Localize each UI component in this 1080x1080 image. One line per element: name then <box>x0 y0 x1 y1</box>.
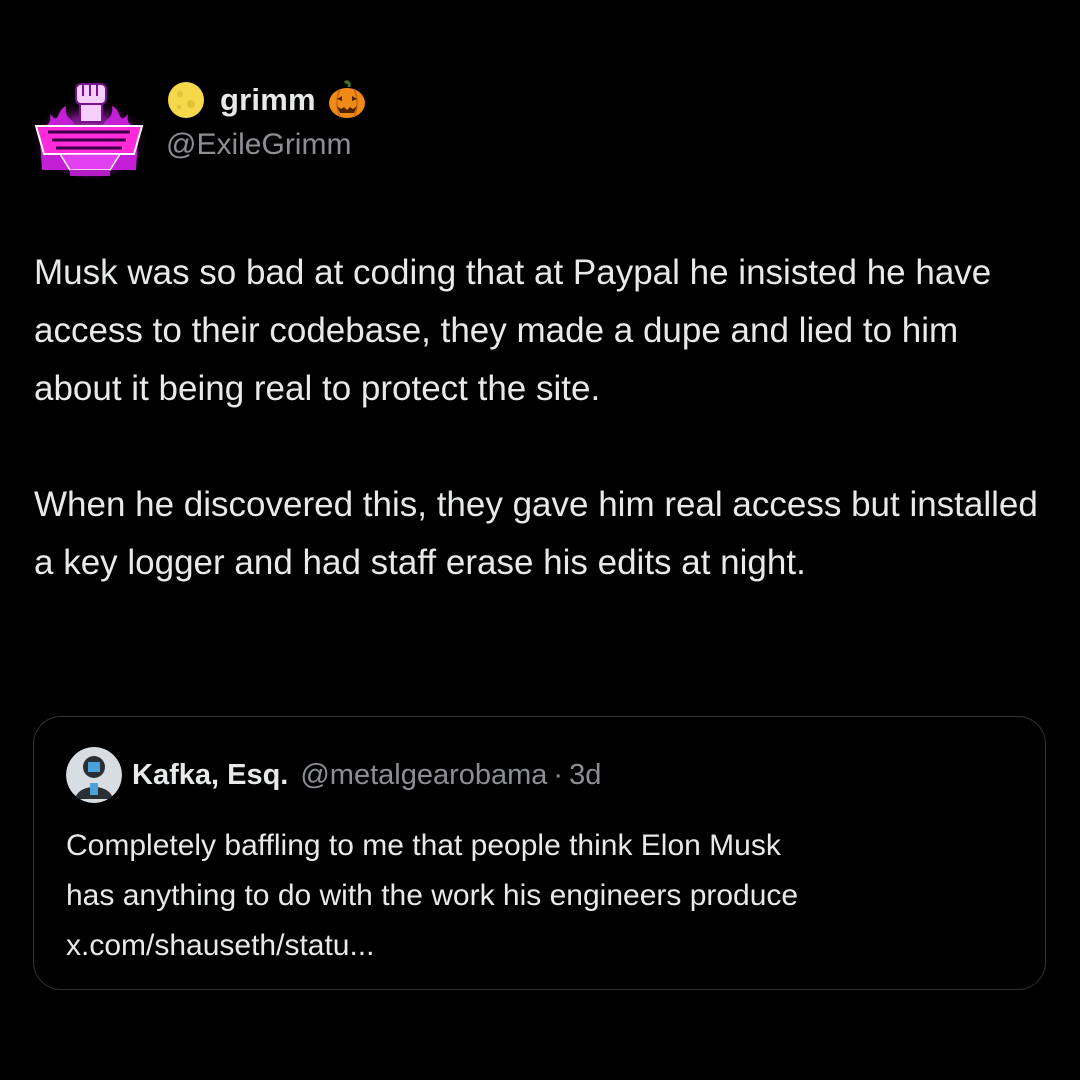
author-handle[interactable]: @ExileGrimm <box>166 128 368 162</box>
tweet-card: grimm @ExileGrimm Musk was so bad at cod… <box>0 0 1080 1080</box>
jack-o-lantern-icon <box>326 79 368 121</box>
fist-logo-avatar-icon[interactable] <box>30 70 148 188</box>
quoted-display-name[interactable]: Kafka, Esq. <box>132 759 288 792</box>
quoted-tweet-card[interactable]: Kafka, Esq. @metalgearobama · 3d Complet… <box>33 716 1046 990</box>
author-display-name[interactable]: grimm <box>220 82 316 118</box>
quoted-link[interactable]: x.com/shauseth/statu... <box>66 921 1026 971</box>
quoted-user-avatar-icon[interactable] <box>66 747 122 803</box>
quoted-text-line: has anything to do with the work his eng… <box>66 879 799 912</box>
quoted-handle[interactable]: @metalgearobama <box>300 759 547 792</box>
quoted-text-line: Completely baffling to me that people th… <box>66 829 781 862</box>
author-block[interactable]: grimm @ExileGrimm <box>166 78 368 162</box>
tweet-body: Musk was so bad at coding that at Paypal… <box>34 244 1044 592</box>
quoted-timestamp[interactable]: 3d <box>569 759 601 792</box>
tweet-paragraph-1: Musk was so bad at coding that at Paypal… <box>34 253 992 408</box>
full-moon-icon <box>166 80 206 120</box>
author-name-row[interactable]: grimm <box>166 78 368 122</box>
quoted-tweet-text: Completely baffling to me that people th… <box>66 821 1026 971</box>
tweet-paragraph-2: When he discovered this, they gave him r… <box>34 485 1038 582</box>
quoted-separator: · <box>553 758 564 791</box>
quoted-tweet-header: Kafka, Esq. @metalgearobama · 3d <box>66 747 601 803</box>
